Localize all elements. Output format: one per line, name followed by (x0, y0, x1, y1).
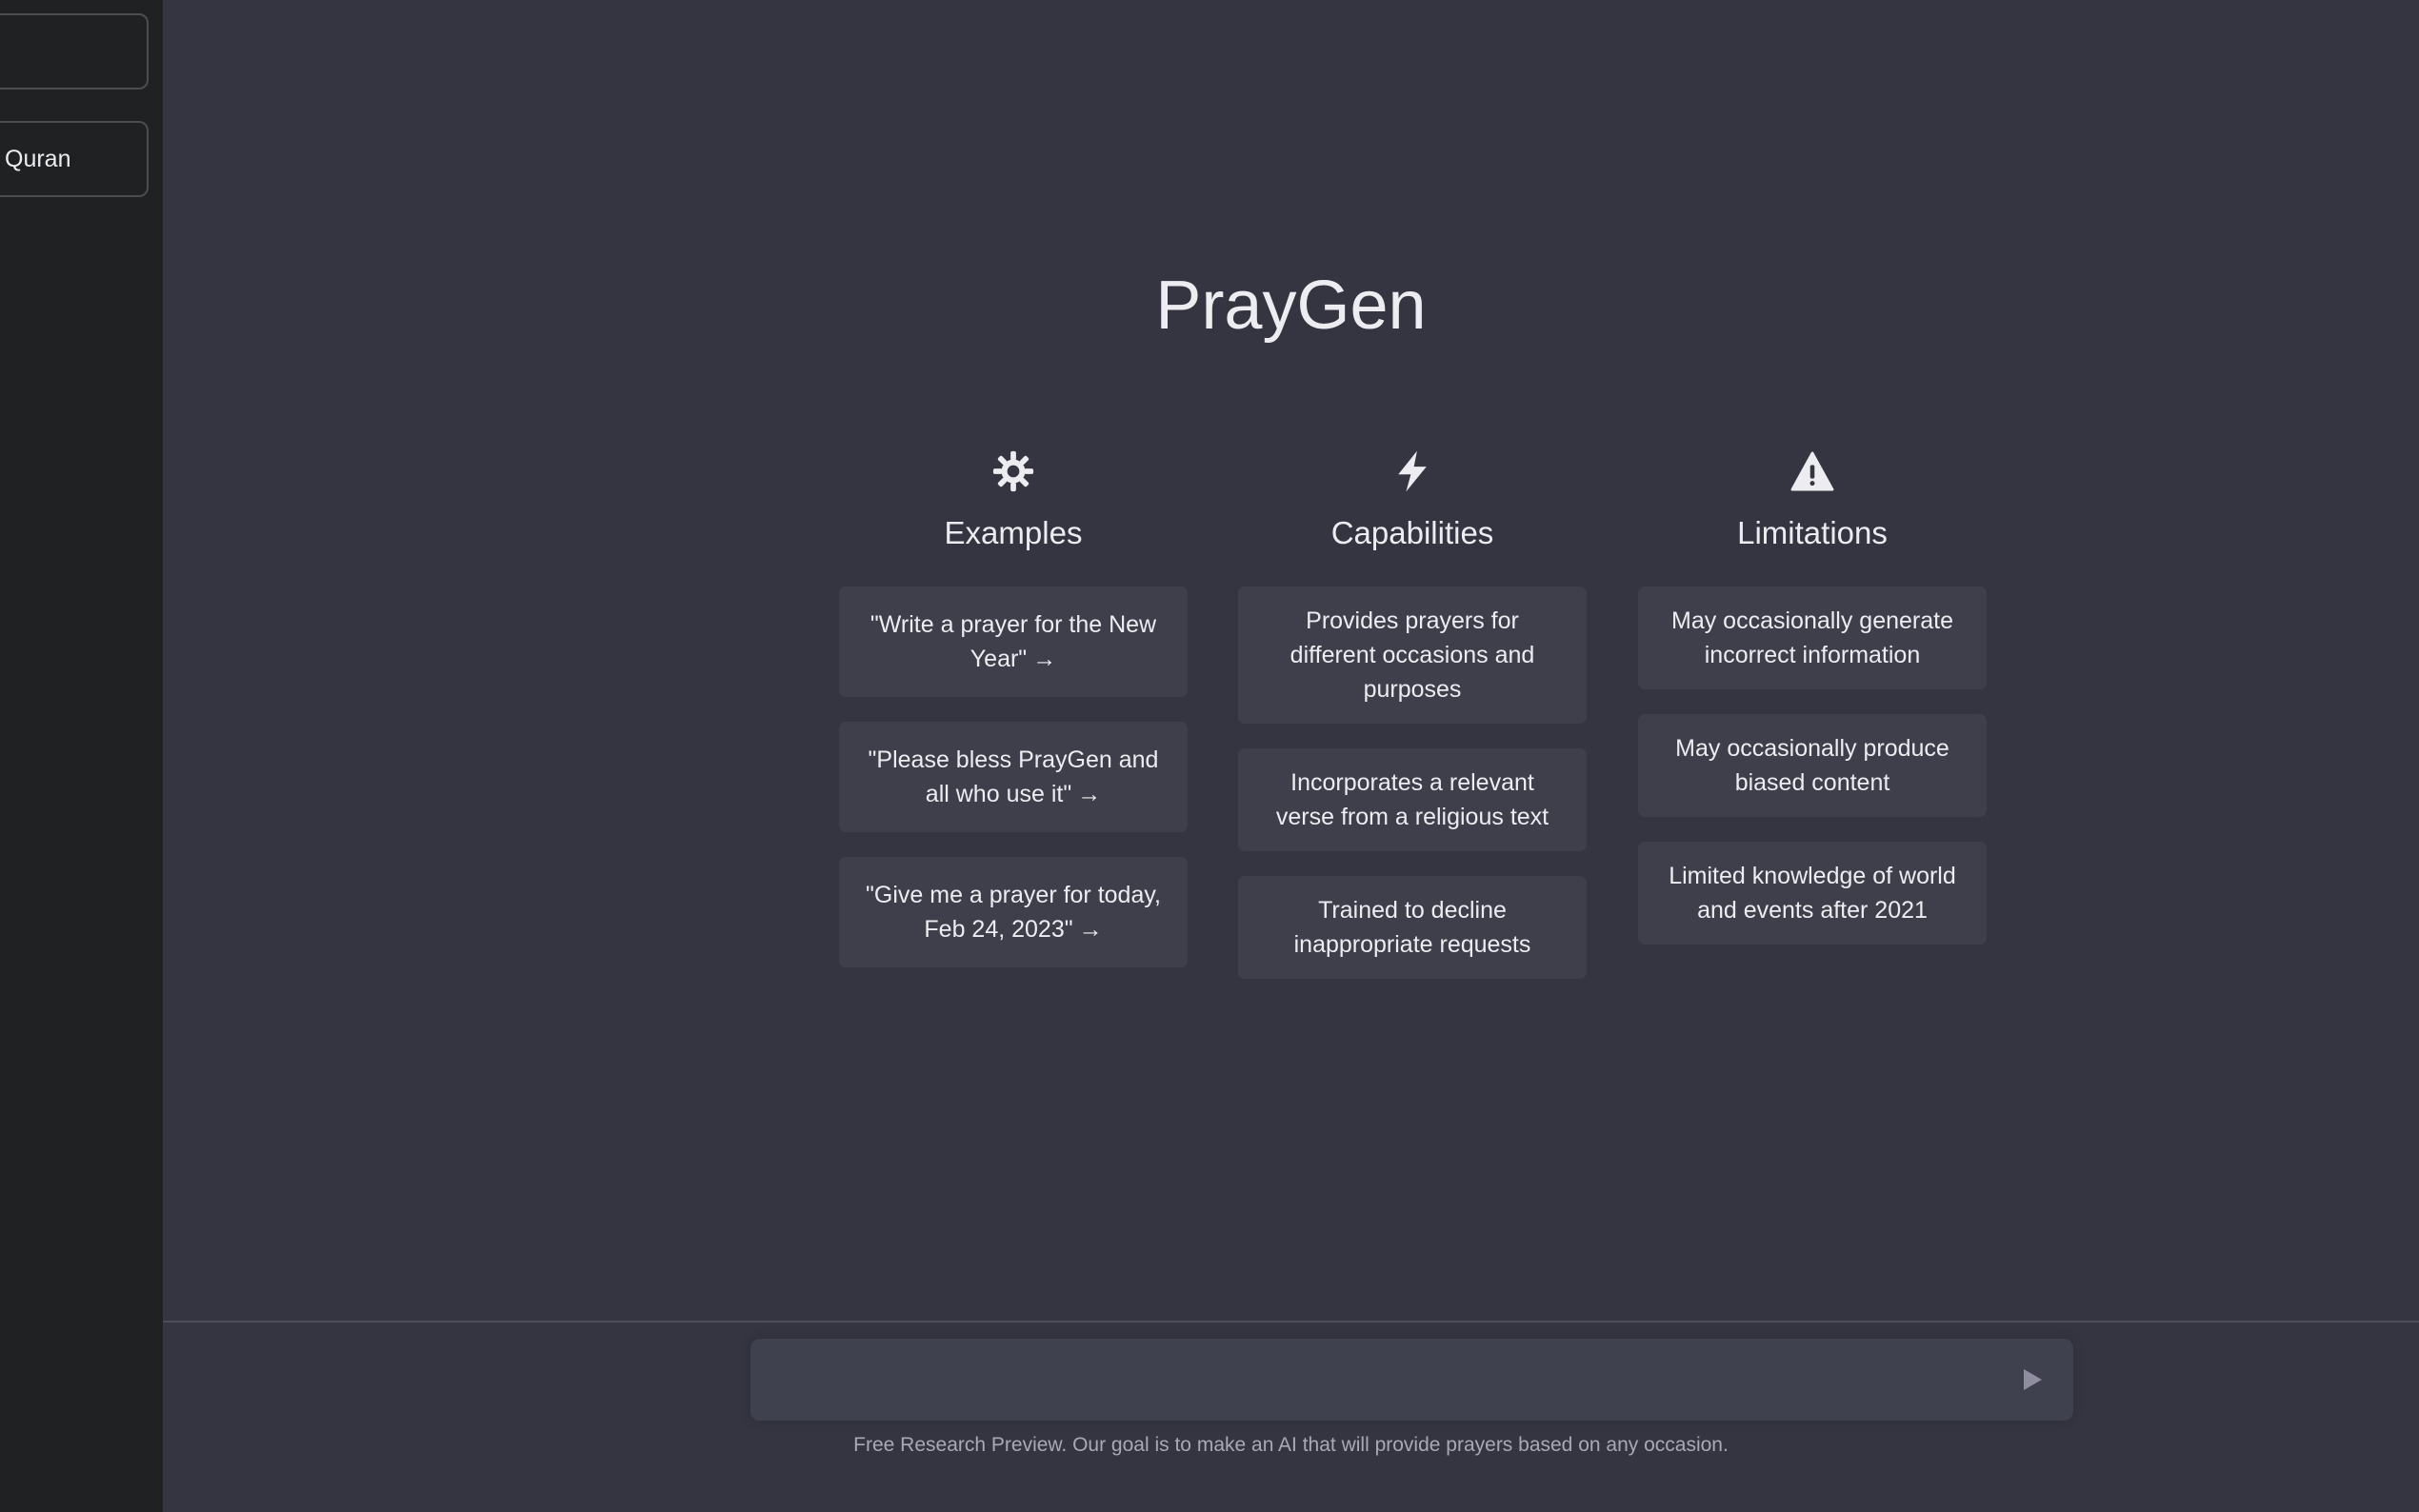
card-text: Provides prayers for different occasions… (1289, 607, 1535, 703)
sidebar-item-label: Quran (5, 145, 71, 172)
chat-input[interactable] (750, 1339, 1989, 1421)
column-title: Examples (944, 515, 1083, 550)
limitation-card: May occasionally generate incorrect info… (1638, 587, 1987, 689)
example-prompt-button[interactable]: "Please bless PrayGen and all who use it… (839, 722, 1188, 832)
lightning-icon (1238, 446, 1587, 497)
card-text: May occasionally generate incorrect info… (1671, 607, 1953, 668)
card-text: "Please bless PrayGen and all who use it… (868, 746, 1159, 807)
card-text: May occasionally produce biased content (1675, 735, 1949, 796)
warning-icon (1638, 446, 1987, 497)
column-title: Limitations (1737, 515, 1888, 550)
main-panel: PrayGen Examples "Write a prayer for the… (163, 0, 2419, 1512)
capabilities-column: Capabilities Provides prayers for differ… (1238, 446, 1587, 1004)
examples-column: Examples "Write a prayer for the New Yea… (839, 446, 1188, 992)
column-title: Capabilities (1330, 515, 1494, 550)
arrow-right-icon: → (1078, 916, 1103, 943)
example-prompt-button[interactable]: "Give me a prayer for today, Feb 24, 202… (839, 857, 1188, 967)
send-button[interactable] (2012, 1360, 2052, 1400)
card-text: "Give me a prayer for today, Feb 24, 202… (866, 882, 1161, 943)
card-text: "Write a prayer for the New Year" (870, 611, 1157, 672)
limitation-card: Limited knowledge of world and events af… (1638, 842, 1987, 945)
chat-input-container (750, 1339, 2073, 1421)
page-title: PrayGen (1155, 268, 1427, 344)
send-icon (2024, 1369, 2042, 1390)
sidebar-item-new-chat[interactable] (0, 13, 149, 90)
card-text: Limited knowledge of world and events af… (1669, 863, 1956, 924)
divider (163, 1321, 2419, 1323)
sun-icon (839, 446, 1188, 497)
limitations-column: Limitations May occasionally generate in… (1638, 446, 1987, 969)
limitation-card: May occasionally produce biased content (1638, 714, 1987, 817)
sidebar-item-quran[interactable]: Quran (0, 121, 149, 197)
capability-card: Incorporates a relevant verse from a rel… (1238, 748, 1587, 851)
sidebar: Quran (0, 0, 163, 1512)
footer-note: Free Research Preview. Our goal is to ma… (853, 1434, 1729, 1456)
example-prompt-button[interactable]: "Write a prayer for the New Year" → (839, 587, 1188, 697)
capability-card: Trained to decline inappropriate request… (1238, 876, 1587, 979)
card-text: Incorporates a relevant verse from a rel… (1275, 769, 1549, 830)
arrow-right-icon: → (1032, 646, 1057, 672)
card-text: Trained to decline inappropriate request… (1293, 897, 1531, 958)
arrow-right-icon: → (1077, 781, 1102, 807)
capability-card: Provides prayers for different occasions… (1238, 587, 1587, 724)
